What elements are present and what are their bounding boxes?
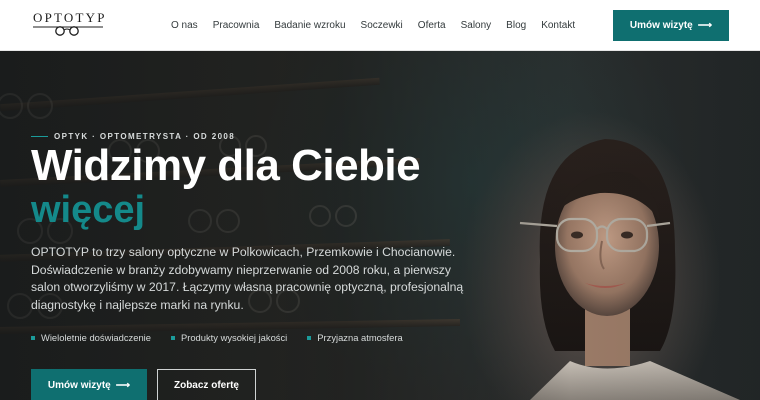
see-offer-label: Zobacz ofertę <box>173 380 239 391</box>
book-visit-button[interactable]: Umów wizytę ⟶ <box>31 369 147 400</box>
feature-item: Wieloletnie doświadczenie <box>31 332 151 343</box>
nav-item-o-nas[interactable]: O nas <box>171 0 198 51</box>
feature-label: Wieloletnie doświadczenie <box>41 332 151 343</box>
bullet-square-icon <box>31 335 35 340</box>
book-visit-header-button[interactable]: Umów wizytę ⟶ <box>613 10 729 41</box>
hero-section: OPTYK · OPTOMETRYSTA · OD 2008 Widzimy d… <box>0 51 760 400</box>
hero-tagline-text: OPTYK · OPTOMETRYSTA · OD 2008 <box>54 132 236 141</box>
feature-list: Wieloletnie doświadczenie Produkty wysok… <box>31 332 403 343</box>
bullet-square-icon <box>170 335 175 340</box>
book-visit-label: Umów wizytę <box>47 380 111 391</box>
glasses-logo-icon <box>33 26 103 36</box>
feature-item: Produkty wysokiej jakości <box>170 332 288 343</box>
feature-label: Przyjazna atmosfera <box>317 332 403 343</box>
nav-item-salony[interactable]: Salony <box>461 0 492 51</box>
logo-text: OPTOTYP <box>33 10 107 25</box>
bullet-square-icon <box>307 335 312 340</box>
logo[interactable]: OPTOTYP <box>33 11 104 39</box>
arrow-right-icon: ⟶ <box>697 20 713 31</box>
nav-item-badanie-wzroku[interactable]: Badanie wzroku <box>274 0 345 51</box>
nav-item-pracownia[interactable]: Pracownia <box>213 0 260 51</box>
book-visit-header-label: Umów wizytę <box>629 20 693 31</box>
nav-item-oferta[interactable]: Oferta <box>418 0 446 51</box>
nav-item-soczewki[interactable]: Soczewki <box>361 0 403 51</box>
arrow-right-icon: ⟶ <box>115 380 131 391</box>
feature-item: Przyjazna atmosfera <box>307 332 403 343</box>
hero-title-accent: więcej <box>31 189 146 231</box>
hero-title: Widzimy dla Ciebie <box>31 141 421 190</box>
site-header: OPTOTYP O nas Pracownia Badanie wzroku S… <box>0 0 760 51</box>
main-nav: O nas Pracownia Badanie wzroku Soczewki … <box>171 0 590 51</box>
hero-tagline: OPTYK · OPTOMETRYSTA · OD 2008 <box>31 132 235 141</box>
feature-label: Produkty wysokiej jakości <box>180 332 288 343</box>
nav-item-kontakt[interactable]: Kontakt <box>541 0 575 51</box>
see-offer-button[interactable]: Zobacz ofertę <box>157 369 256 400</box>
tagline-accent-line <box>31 136 48 137</box>
hero-description: OPTOTYP to trzy salony optyczne w Polkow… <box>31 245 464 312</box>
nav-item-blog[interactable]: Blog <box>506 0 526 51</box>
